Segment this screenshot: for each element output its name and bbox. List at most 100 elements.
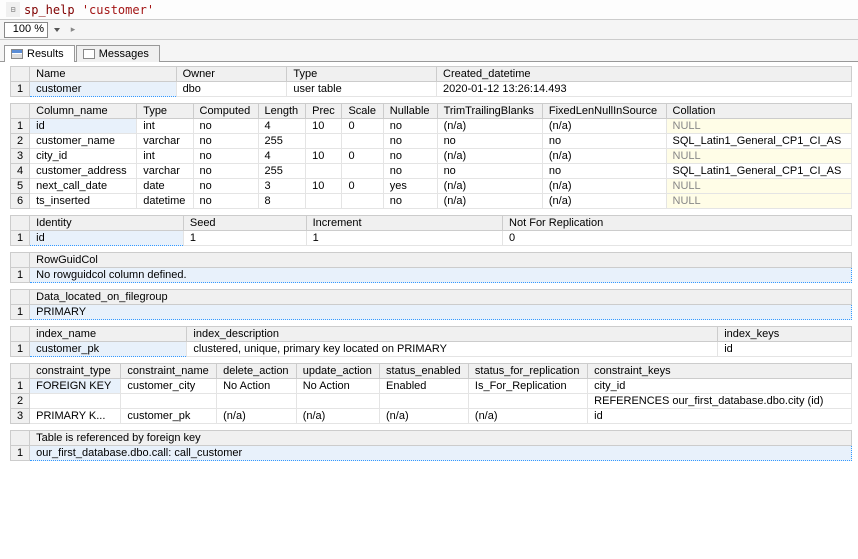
cell[interactable]: id	[30, 231, 184, 246]
cell[interactable]: Enabled	[380, 379, 469, 394]
column-header[interactable]: Not For Replication	[503, 216, 852, 231]
column-header[interactable]: Column_name	[30, 104, 137, 119]
cell[interactable]: dbo	[176, 82, 287, 97]
column-header[interactable]: index_description	[187, 327, 718, 342]
grid-identity[interactable]: IdentitySeedIncrementNot For Replication…	[10, 215, 852, 246]
sql-editor-line[interactable]: ⊟ sp_help 'customer'	[0, 0, 858, 20]
cell[interactable]: datetime	[137, 194, 193, 209]
row-number[interactable]: 4	[11, 164, 30, 179]
row-number[interactable]: 1	[11, 446, 30, 461]
cell[interactable]: varchar	[137, 134, 193, 149]
cell[interactable]: customer_pk	[30, 342, 187, 357]
column-header[interactable]: constraint_name	[121, 364, 217, 379]
column-header[interactable]: Increment	[306, 216, 502, 231]
column-header[interactable]: Identity	[30, 216, 184, 231]
cell[interactable]: 1	[183, 231, 306, 246]
cell[interactable]: NULL	[666, 179, 851, 194]
column-header[interactable]: index_keys	[718, 327, 852, 342]
zoom-next-icon[interactable]: ▸	[66, 23, 80, 37]
zoom-level-input[interactable]: 100 %	[4, 22, 48, 38]
cell[interactable]	[342, 134, 383, 149]
cell[interactable]: 2020-01-12 13:26:14.493	[437, 82, 852, 97]
table-row[interactable]: 1customerdbouser table2020-01-12 13:26:1…	[11, 82, 852, 97]
cell[interactable]	[342, 194, 383, 209]
column-header[interactable]: RowGuidCol	[30, 253, 852, 268]
cell[interactable]: (n/a)	[437, 119, 542, 134]
cell[interactable]: NULL	[666, 194, 851, 209]
cell[interactable]: 255	[258, 164, 306, 179]
column-header[interactable]: index_name	[30, 327, 187, 342]
table-row[interactable]: 1idintno4100no(n/a)(n/a)NULL	[11, 119, 852, 134]
column-header[interactable]: Created_datetime	[437, 67, 852, 82]
column-header[interactable]: Nullable	[383, 104, 437, 119]
row-number[interactable]: 2	[11, 134, 30, 149]
cell[interactable]	[306, 134, 342, 149]
grid-constraints[interactable]: constraint_typeconstraint_namedelete_act…	[10, 363, 852, 424]
column-header[interactable]: constraint_keys	[588, 364, 852, 379]
cell[interactable]: (n/a)	[296, 409, 379, 424]
cell[interactable]: no	[383, 149, 437, 164]
cell[interactable]: NULL	[666, 149, 851, 164]
cell[interactable]: user table	[287, 82, 437, 97]
row-number[interactable]: 3	[11, 149, 30, 164]
cell[interactable]: no	[383, 164, 437, 179]
cell[interactable]: next_call_date	[30, 179, 137, 194]
row-number[interactable]: 3	[11, 409, 30, 424]
table-row[interactable]: 5next_call_datedateno3100yes(n/a)(n/a)NU…	[11, 179, 852, 194]
table-row[interactable]: 1id110	[11, 231, 852, 246]
grid-referenced-by[interactable]: Table is referenced by foreign key1our_f…	[10, 430, 852, 461]
cell[interactable]: clustered, unique, primary key located o…	[187, 342, 718, 357]
grid-object-info[interactable]: NameOwnerTypeCreated_datetime1customerdb…	[10, 66, 852, 97]
cell[interactable]: no	[437, 134, 542, 149]
column-header[interactable]: Scale	[342, 104, 383, 119]
cell[interactable]: (n/a)	[437, 149, 542, 164]
cell[interactable]	[296, 394, 379, 409]
cell[interactable]: SQL_Latin1_General_CP1_CI_AS	[666, 134, 851, 149]
cell[interactable]: (n/a)	[437, 194, 542, 209]
tab-results[interactable]: Results	[4, 45, 75, 62]
cell[interactable]: no	[383, 134, 437, 149]
cell[interactable]: no	[542, 134, 666, 149]
cell[interactable]: customer_address	[30, 164, 137, 179]
table-row[interactable]: 1our_first_database.dbo.call: call_custo…	[11, 446, 852, 461]
cell[interactable]: 3	[258, 179, 306, 194]
table-row[interactable]: 1FOREIGN KEYcustomer_cityNo ActionNo Act…	[11, 379, 852, 394]
cell[interactable]: 255	[258, 134, 306, 149]
column-header[interactable]: Seed	[183, 216, 306, 231]
column-header[interactable]: Type	[137, 104, 193, 119]
fold-gutter-icon[interactable]: ⊟	[6, 2, 20, 17]
cell[interactable]: 1	[306, 231, 502, 246]
grid-columns[interactable]: Column_nameTypeComputedLengthPrecScaleNu…	[10, 103, 852, 209]
cell[interactable]: 8	[258, 194, 306, 209]
grid-rowguid[interactable]: RowGuidCol1No rowguidcol column defined.	[10, 252, 852, 283]
cell[interactable]: customer_city	[121, 379, 217, 394]
cell[interactable]: SQL_Latin1_General_CP1_CI_AS	[666, 164, 851, 179]
cell[interactable]: 4	[258, 149, 306, 164]
cell[interactable]: 10	[306, 179, 342, 194]
cell[interactable]: 10	[306, 119, 342, 134]
cell[interactable]: 10	[306, 149, 342, 164]
cell[interactable]: no	[193, 119, 258, 134]
zoom-dropdown-icon[interactable]	[50, 23, 64, 37]
cell[interactable]: no	[193, 164, 258, 179]
cell[interactable]: 0	[342, 179, 383, 194]
cell[interactable]: ts_inserted	[30, 194, 137, 209]
cell[interactable]: no	[383, 119, 437, 134]
table-row[interactable]: 3PRIMARY K...customer_pk(n/a)(n/a)(n/a)(…	[11, 409, 852, 424]
cell[interactable]: no	[437, 164, 542, 179]
cell[interactable]	[30, 394, 121, 409]
cell[interactable]: no	[383, 194, 437, 209]
row-number[interactable]: 1	[11, 305, 30, 320]
cell[interactable]: int	[137, 119, 193, 134]
cell[interactable]: yes	[383, 179, 437, 194]
cell[interactable]: (n/a)	[542, 179, 666, 194]
cell[interactable]	[468, 394, 587, 409]
column-header[interactable]: Name	[30, 67, 176, 82]
column-header[interactable]: delete_action	[217, 364, 297, 379]
cell[interactable]: no	[193, 149, 258, 164]
cell[interactable]: city_id	[30, 149, 137, 164]
cell[interactable]: NULL	[666, 119, 851, 134]
cell[interactable]: (n/a)	[217, 409, 297, 424]
cell[interactable]: No Action	[296, 379, 379, 394]
cell[interactable]: (n/a)	[542, 194, 666, 209]
